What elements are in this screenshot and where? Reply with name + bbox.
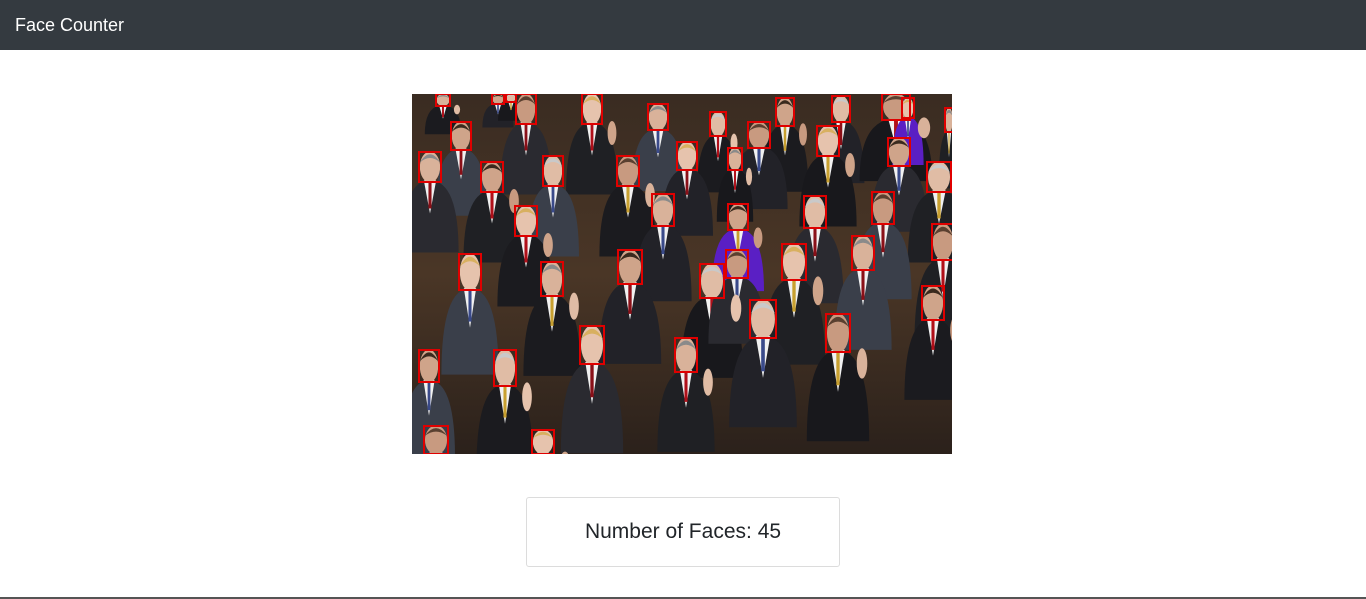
raised-hand <box>856 348 868 379</box>
person-tie <box>590 123 594 151</box>
person-tie <box>490 191 494 219</box>
face-count-value: 45 <box>757 520 782 543</box>
face-count-card: Number of Faces: 45 <box>526 497 840 567</box>
raised-hand <box>845 153 855 177</box>
person-tie <box>524 123 528 151</box>
person-tie <box>783 125 787 151</box>
app-brand[interactable]: Face Counter <box>15 16 124 34</box>
person-tie <box>839 121 843 146</box>
person-tie <box>861 269 865 300</box>
crowd-photo <box>412 94 952 454</box>
person-tie <box>459 149 463 175</box>
person-tie <box>937 191 941 219</box>
person-tie <box>626 185 630 213</box>
person-tie <box>684 371 688 402</box>
person-tie <box>628 283 632 314</box>
person-tie <box>757 147 761 172</box>
raised-hand <box>543 233 553 257</box>
person-tie <box>792 279 796 312</box>
raised-hand <box>703 368 713 396</box>
person-tie <box>761 337 765 372</box>
raised-hand <box>607 121 617 145</box>
person-tie <box>510 102 512 110</box>
top-navbar: Face Counter <box>0 0 1366 50</box>
person-tie <box>551 185 555 213</box>
person-tie <box>428 181 432 209</box>
raised-hand <box>730 294 742 322</box>
person-tie <box>836 351 840 386</box>
person-tie <box>931 319 935 350</box>
raised-hand <box>799 123 807 146</box>
raised-hand <box>812 276 824 306</box>
face-count-label: Number of Faces: <box>584 520 752 543</box>
person-tie <box>656 129 660 154</box>
person-tie <box>734 169 736 190</box>
raised-hand <box>453 104 461 115</box>
raised-hand <box>745 167 753 186</box>
raised-hand <box>569 292 579 320</box>
person-tie <box>550 295 554 326</box>
person-tie <box>524 235 528 263</box>
raised-hand <box>753 227 763 249</box>
person-tie <box>897 165 901 191</box>
raised-hand <box>522 382 532 412</box>
person-tie <box>661 225 665 255</box>
person-tie <box>826 155 830 183</box>
person-tie <box>716 135 720 158</box>
person-tie <box>590 363 594 398</box>
person-tie <box>881 223 885 253</box>
person-tie <box>503 385 507 418</box>
person-tie <box>427 381 431 411</box>
person-tie <box>685 169 689 195</box>
person-tie <box>948 131 950 154</box>
person-tie <box>813 227 817 257</box>
person-tie <box>468 289 472 322</box>
person-tie <box>497 104 499 114</box>
raised-hand <box>917 117 931 139</box>
person-tie <box>442 106 444 118</box>
face-detection-image <box>412 94 952 454</box>
